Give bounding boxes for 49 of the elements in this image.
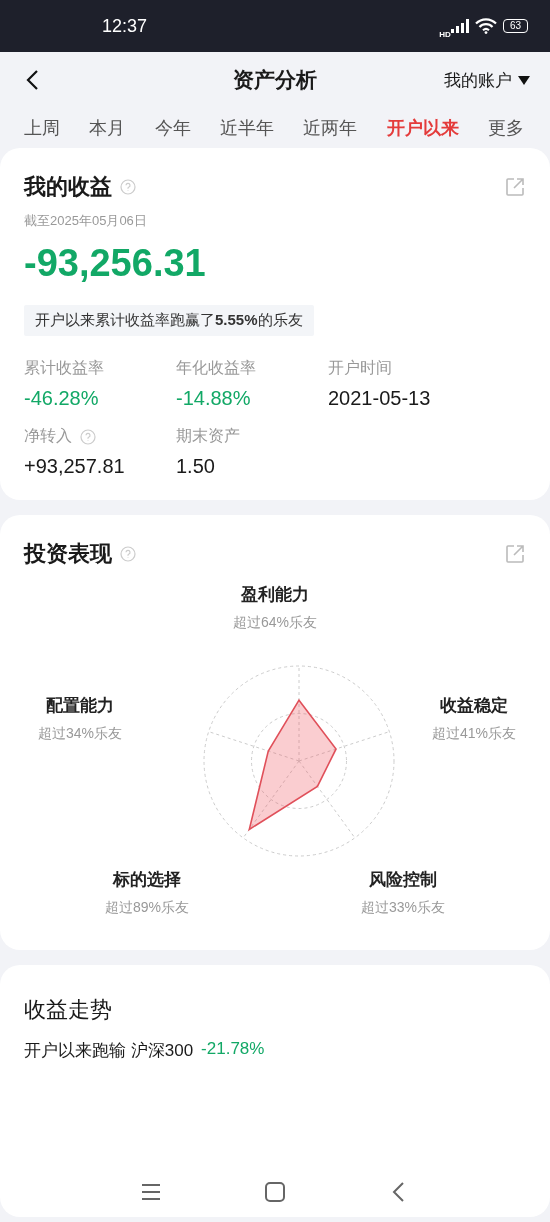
period-tab[interactable]: 近两年 <box>291 112 370 144</box>
dimension-note: 超过34%乐友 <box>38 725 122 743</box>
dimension-label: 盈利能力 <box>240 584 310 606</box>
dimension-label: 配置能力 <box>45 695 115 717</box>
dimension-note: 超过33%乐友 <box>361 899 445 917</box>
as-of-date: 截至2025年05月06日 <box>24 212 148 230</box>
signal-icon <box>450 19 469 33</box>
dimension-note: 超过89%乐友 <box>105 899 189 917</box>
stat-label: 期末资产 <box>176 426 240 446</box>
share-icon[interactable] <box>504 176 526 198</box>
home-icon[interactable] <box>263 1180 287 1204</box>
total-earnings: -93,256.31 <box>24 242 207 285</box>
benchmark-change: -21.78% <box>201 1039 265 1060</box>
clock: 12:37 <box>102 15 148 37</box>
stat-label: 开户时间 <box>328 358 392 378</box>
stat-value: 2021-05-13 <box>328 387 432 410</box>
help-icon[interactable] <box>80 428 96 445</box>
account-dropdown[interactable]: 我的账户 <box>444 68 530 92</box>
card-title: 我的收益 <box>24 173 112 201</box>
dimension-note: 超过64%乐友 <box>233 614 317 632</box>
caret-icon <box>518 75 530 85</box>
stat-value: -46.28% <box>24 387 100 410</box>
period-tab[interactable]: 开户以来 <box>374 112 471 144</box>
help-icon[interactable] <box>120 179 136 195</box>
ranking-banner: 开户以来累计收益率跑赢了5.55%的乐友 <box>24 305 314 336</box>
dimension-label: 收益稳定 <box>439 695 509 717</box>
stat-value: -14.88% <box>176 387 252 410</box>
help-icon[interactable] <box>120 546 136 562</box>
stat-label: 净转入 <box>24 426 72 446</box>
card-title: 收益走势 <box>24 996 113 1024</box>
period-tab[interactable]: 本月 <box>77 112 138 144</box>
dimension-label: 风险控制 <box>368 869 438 891</box>
period-tab[interactable]: 今年 <box>142 112 203 144</box>
wifi-icon <box>474 18 497 34</box>
period-tab[interactable]: 上周 <box>12 112 72 144</box>
period-tab[interactable]: 更多 <box>475 112 536 144</box>
stat-label: 年化收益率 <box>176 358 256 378</box>
battery-level: 63 <box>502 19 528 33</box>
benchmark-comparison: 开户以来跑输 沪深300 <box>24 1040 194 1062</box>
share-icon[interactable] <box>504 543 526 565</box>
page-title: 资产分析 <box>233 67 317 93</box>
stat-label: 累计收益率 <box>24 358 104 378</box>
network-type: HD <box>439 29 451 39</box>
dimension-label: 标的选择 <box>111 869 182 891</box>
stat-value: 1.50 <box>176 455 216 478</box>
stat-value: +93,257.81 <box>24 455 126 478</box>
period-tab[interactable]: 近半年 <box>208 112 286 144</box>
card-title: 投资表现 <box>24 540 112 568</box>
dimension-note: 超过41%乐友 <box>432 725 516 743</box>
